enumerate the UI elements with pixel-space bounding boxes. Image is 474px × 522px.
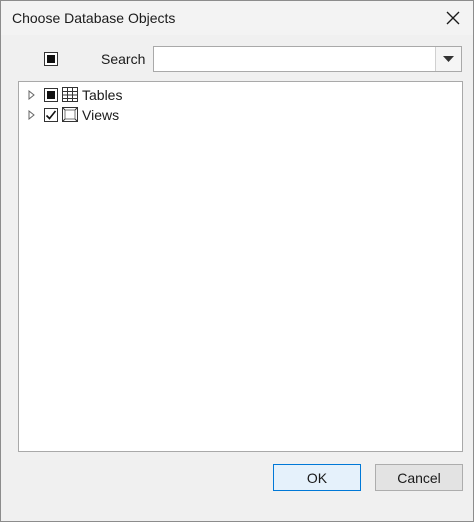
tree-item-label: Tables	[82, 87, 123, 103]
object-tree[interactable]: Tables Views	[18, 81, 463, 452]
views-checkbox[interactable]	[44, 108, 58, 122]
search-combobox[interactable]	[153, 46, 462, 72]
select-all-checkbox[interactable]	[44, 52, 58, 66]
tables-checkbox[interactable]	[44, 88, 58, 102]
ok-button[interactable]: OK	[273, 464, 361, 491]
tree-item-tables[interactable]: Tables	[19, 85, 462, 105]
expand-arrow-icon[interactable]	[28, 90, 35, 100]
close-icon	[446, 11, 460, 25]
search-label: Search	[101, 51, 146, 67]
indeterminate-mark	[47, 55, 55, 63]
expand-arrow-icon[interactable]	[28, 110, 35, 120]
title-bar: Choose Database Objects	[1, 1, 473, 35]
table-icon	[62, 87, 78, 102]
search-input[interactable]	[156, 49, 442, 69]
chevron-down-icon	[443, 55, 454, 62]
search-dropdown-button[interactable]	[435, 47, 461, 71]
cancel-button[interactable]: Cancel	[375, 464, 463, 491]
choose-database-objects-dialog: Choose Database Objects Search Tables Vi…	[0, 0, 474, 522]
close-button[interactable]	[439, 5, 467, 31]
tree-item-views[interactable]: Views	[19, 105, 462, 125]
indeterminate-mark	[47, 91, 55, 99]
view-icon	[62, 107, 78, 122]
tree-item-label: Views	[82, 107, 120, 123]
checkmark-icon	[45, 110, 57, 120]
dialog-title: Choose Database Objects	[12, 10, 176, 26]
